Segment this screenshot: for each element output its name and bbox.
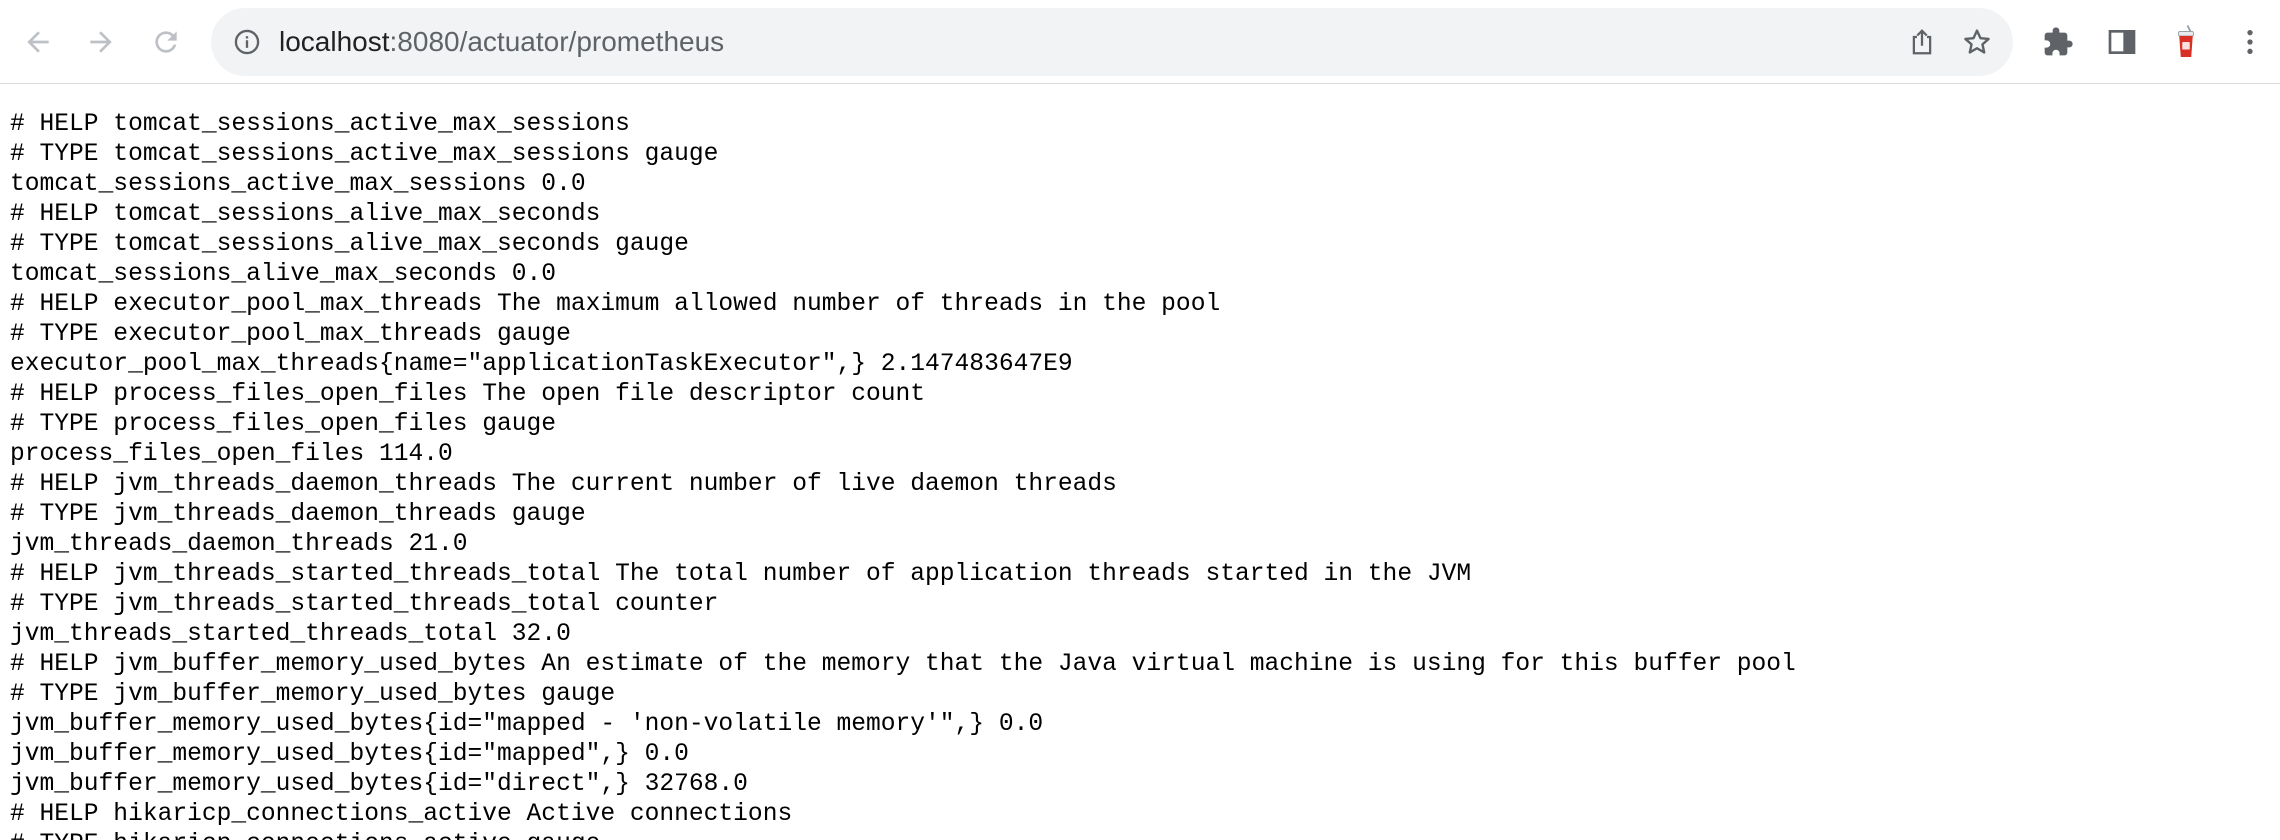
reload-icon [155, 31, 177, 53]
metric-line: # HELP tomcat_sessions_alive_max_seconds [10, 201, 601, 228]
url-path: :8080/actuator/prometheus [389, 26, 725, 57]
metric-line: process_files_open_files 114.0 [10, 441, 453, 468]
metric-line: # TYPE jvm_threads_started_threads_total… [10, 591, 719, 618]
metric-line: # HELP process_files_open_files The open… [10, 381, 926, 408]
page-content: # HELP tomcat_sessions_active_max_sessio… [10, 110, 2270, 840]
metric-line: # HELP hikaricp_connections_active Activ… [10, 801, 793, 828]
metric-line: # TYPE tomcat_sessions_active_max_sessio… [10, 141, 719, 168]
metric-line: tomcat_sessions_active_max_sessions 0.0 [10, 171, 586, 198]
url-host: localhost [279, 26, 390, 57]
arrow-left-icon [27, 31, 49, 53]
reload-button[interactable] [142, 18, 190, 66]
site-info-button[interactable] [227, 22, 267, 62]
url-text[interactable]: localhost:8080/actuator/prometheus [279, 8, 724, 76]
metric-line: # HELP executor_pool_max_threads The max… [10, 291, 1221, 318]
metric-line: jvm_buffer_memory_used_bytes{id="direct"… [10, 771, 748, 798]
puzzle-icon [2044, 27, 2073, 56]
extension-button[interactable] [2162, 18, 2210, 66]
metric-line: # TYPE process_files_open_files gauge [10, 411, 557, 438]
extension-cup-icon [2178, 25, 2194, 57]
metric-line: # TYPE jvm_threads_daemon_threads gauge [10, 501, 586, 528]
share-icon [1912, 29, 1932, 55]
address-bar[interactable]: localhost:8080/actuator/prometheus [211, 8, 2013, 76]
share-button[interactable] [1898, 18, 1946, 66]
info-circle-icon [234, 29, 260, 55]
metric-line: # HELP tomcat_sessions_active_max_sessio… [10, 111, 630, 138]
star-icon [1964, 29, 1990, 54]
metric-line: # TYPE jvm_buffer_memory_used_bytes gaug… [10, 681, 616, 708]
side-panel-button[interactable] [2098, 18, 2146, 66]
bookmark-button[interactable] [1953, 18, 2001, 66]
arrow-right-icon [90, 31, 112, 53]
side-panel-icon [2108, 30, 2136, 54]
metric-line: jvm_buffer_memory_used_bytes{id="mapped"… [10, 741, 689, 768]
forward-button[interactable] [77, 18, 125, 66]
browser-toolbar: localhost:8080/actuator/prometheus [0, 0, 2280, 84]
back-button[interactable] [14, 18, 62, 66]
metric-line: # HELP jvm_threads_daemon_threads The cu… [10, 471, 1117, 498]
metric-line: jvm_threads_started_threads_total 32.0 [10, 621, 571, 648]
browser-menu-button[interactable] [2226, 18, 2274, 66]
metric-line: # TYPE executor_pool_max_threads gauge [10, 321, 571, 348]
metric-line: jvm_threads_daemon_threads 21.0 [10, 531, 468, 558]
extensions-button[interactable] [2034, 18, 2082, 66]
kebab-menu-icon [2247, 30, 2253, 54]
metric-line: # TYPE tomcat_sessions_alive_max_seconds… [10, 231, 689, 258]
metric-line: # HELP jvm_buffer_memory_used_bytes An e… [10, 651, 1796, 678]
metric-line: executor_pool_max_threads{name="applicat… [10, 351, 1073, 378]
metric-line: # TYPE hikaricp_connections_active gauge [10, 830, 2270, 840]
metric-line: tomcat_sessions_alive_max_seconds 0.0 [10, 261, 557, 288]
prometheus-metrics-text: # HELP tomcat_sessions_active_max_sessio… [10, 110, 2270, 840]
metric-line: jvm_buffer_memory_used_bytes{id="mapped … [10, 711, 1044, 738]
metric-line: # HELP jvm_threads_started_threads_total… [10, 561, 1472, 588]
